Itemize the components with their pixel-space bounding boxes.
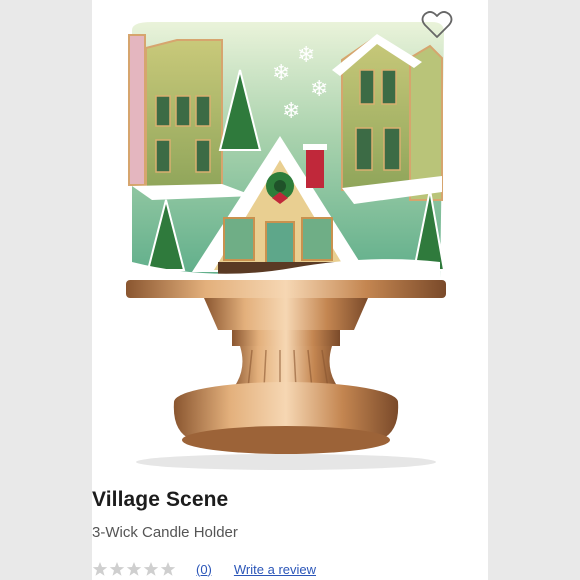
- favorite-heart-icon[interactable]: [421, 10, 453, 40]
- star-rating[interactable]: [92, 561, 176, 577]
- rating-row: (0) Write a review: [92, 559, 316, 579]
- svg-text:❄: ❄: [297, 43, 315, 68]
- star-icon: [160, 562, 176, 576]
- svg-text:❄: ❄: [282, 99, 300, 124]
- product-image: ❄ ❄ ❄ ❄: [126, 22, 446, 470]
- product-card: ❄ ❄ ❄ ❄ Village Scene 3-Wick Candle Hold…: [92, 0, 488, 580]
- star-icon: [109, 562, 125, 576]
- star-icon: [143, 562, 159, 576]
- star-icon: [92, 562, 108, 576]
- review-count-link[interactable]: (0): [196, 562, 212, 577]
- svg-text:❄: ❄: [310, 77, 328, 102]
- write-review-link[interactable]: Write a review: [234, 562, 316, 577]
- product-title[interactable]: Village Scene: [92, 488, 228, 512]
- product-subtitle: 3-Wick Candle Holder: [92, 524, 238, 541]
- star-icon: [126, 562, 142, 576]
- svg-text:❄: ❄: [272, 61, 290, 86]
